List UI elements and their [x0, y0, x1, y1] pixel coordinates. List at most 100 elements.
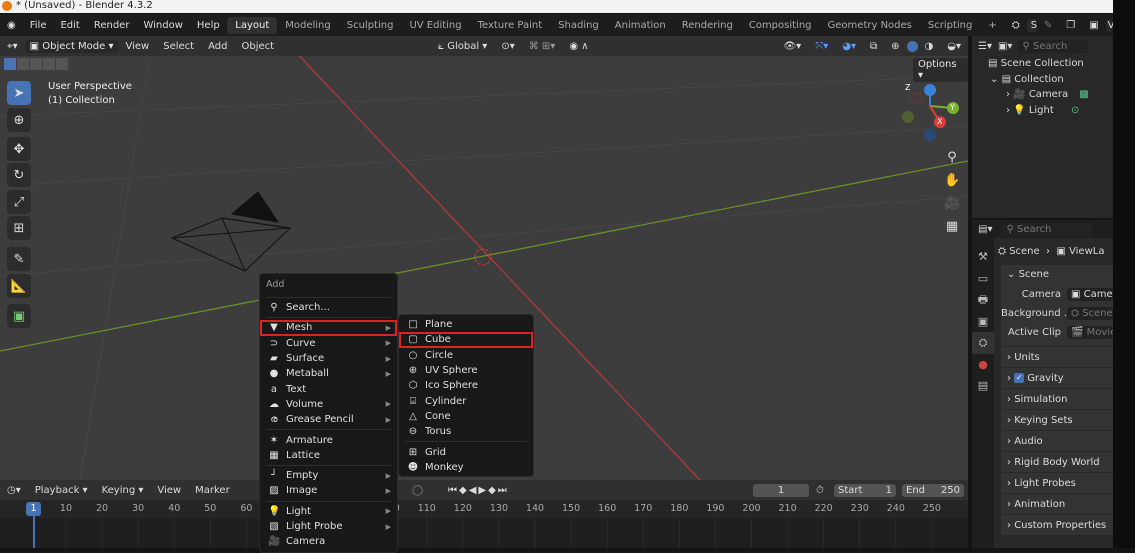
outliner-light[interactable]: › 💡 Light ⊙	[972, 103, 1113, 119]
camera-prop-field[interactable]: ▣ Came	[1067, 288, 1113, 301]
ortho-toggle-icon[interactable]: ▦	[944, 215, 960, 238]
tab-sculpting[interactable]: Sculpting	[339, 17, 402, 34]
gravity-checkbox[interactable]: ✓	[1014, 373, 1025, 383]
outliner-collection[interactable]: ⌄ ▤ Collection	[972, 72, 1113, 88]
xray-icon[interactable]: ⧉	[863, 41, 884, 52]
add-menu-item-curve[interactable]: ⊃ Curve ▶	[260, 336, 397, 351]
add-menu-item-light-probe[interactable]: ▧ Light Probe ▶	[260, 519, 397, 534]
menu-edit[interactable]: Edit	[53, 20, 86, 31]
panel-keying-sets[interactable]: › Keying Sets	[1001, 410, 1113, 430]
proportional-edit-icon[interactable]: ◉ ∧	[562, 41, 595, 52]
add-menu-item-image[interactable]: ▨ Image ▶	[260, 483, 397, 498]
zoom-view-icon[interactable]: ⚲	[944, 146, 960, 169]
navigation-gizmo[interactable]	[902, 84, 959, 141]
visibility-icon[interactable]: 👁▾	[776, 41, 808, 52]
new-scene-icon[interactable]: ❐	[1059, 20, 1082, 31]
mesh-item-monkey[interactable]: ☻ Monkey	[399, 460, 533, 475]
add-menu-item-metaball[interactable]: ● Metaball ▶	[260, 366, 397, 381]
add-workspace-button[interactable]: +	[980, 17, 1004, 34]
properties-editor-type-icon[interactable]: ▤▾	[978, 224, 992, 235]
mesh-item-plane[interactable]: □ Plane	[399, 317, 533, 332]
menu-timeline-view[interactable]: View	[150, 485, 188, 496]
end-frame-field[interactable]: End 250	[902, 483, 964, 497]
menu-add[interactable]: Add	[201, 41, 234, 52]
auto-keying-icon[interactable]: ◯	[412, 485, 423, 496]
select-intersect-icon[interactable]	[56, 58, 68, 70]
mesh-item-cylinder[interactable]: ⌸ Cylinder	[399, 393, 533, 408]
tab-scripting[interactable]: Scripting	[920, 17, 980, 34]
viewlayer-selector[interactable]: ViewLay	[1105, 18, 1113, 32]
overlay-icon[interactable]: ◕▾	[835, 41, 863, 52]
panel-simulation[interactable]: › Simulation	[1001, 389, 1113, 409]
pin-icon[interactable]: ✎	[1037, 20, 1059, 31]
panel-audio[interactable]: › Audio	[1001, 431, 1113, 451]
output-tab-icon[interactable]: 🖶	[972, 289, 994, 311]
gizmo-icon[interactable]: ⤧▾	[808, 41, 835, 52]
tool-tab-icon[interactable]: ⚒	[972, 246, 994, 268]
light-data-icon[interactable]: ⊙	[1071, 105, 1079, 116]
outliner-search[interactable]: ⚲ Search	[1018, 39, 1089, 53]
mesh-item-torus[interactable]: ⊖ Torus	[399, 424, 533, 439]
collection-tab-icon[interactable]: ▤	[972, 375, 994, 397]
view-layer-tab-icon[interactable]: ▣	[972, 311, 994, 333]
menu-window[interactable]: Window	[136, 20, 189, 31]
tab-shading[interactable]: Shading	[550, 17, 607, 34]
menu-select[interactable]: Select	[156, 41, 201, 52]
menu-marker[interactable]: Marker	[188, 485, 237, 496]
scene-tab-icon[interactable]: ⛭	[972, 332, 994, 354]
select-subtract-icon[interactable]	[30, 58, 42, 70]
move-tool-icon[interactable]: ✥	[7, 137, 31, 161]
menu-playback[interactable]: Playback ▾	[28, 485, 95, 496]
tab-modeling[interactable]: Modeling	[277, 17, 339, 34]
camera-object[interactable]	[170, 191, 292, 272]
camera-view-icon[interactable]: 🎥	[944, 192, 960, 215]
pan-view-icon[interactable]: ✋	[944, 169, 960, 192]
add-menu-item-mesh[interactable]: ▼ Mesh ▶	[260, 320, 397, 336]
render-tab-icon[interactable]: ▭	[972, 268, 994, 290]
panel-units[interactable]: › Units	[1001, 347, 1113, 367]
transform-orientation[interactable]: ⟀ Global ▾	[431, 41, 494, 52]
add-menu-item-surface[interactable]: ▰ Surface ▶	[260, 351, 397, 366]
mesh-item-uv-sphere[interactable]: ⊕ UV Sphere	[399, 363, 533, 378]
add-menu-item-camera[interactable]: 🎥 Camera	[260, 534, 397, 549]
mesh-item-cone[interactable]: △ Cone	[399, 409, 533, 424]
playhead[interactable]: 1	[26, 502, 41, 516]
transform-tool-icon[interactable]: ⊞	[7, 216, 31, 240]
frame-ruler[interactable]: 1020304050607080901001101201301401501601…	[0, 500, 968, 518]
world-tab-icon[interactable]: ●	[972, 354, 994, 376]
mesh-item-cube[interactable]: ▢ Cube	[399, 332, 533, 348]
outliner-camera[interactable]: › 🎥 Camera ▩	[972, 87, 1113, 103]
scene-panel-header[interactable]: ⌄ Scene	[1001, 265, 1113, 285]
menu-file[interactable]: File	[23, 20, 54, 31]
menu-render[interactable]: Render	[87, 20, 137, 31]
shading-solid-icon[interactable]	[906, 40, 918, 52]
shading-material-icon[interactable]: ◑	[918, 41, 941, 52]
menu-keying[interactable]: Keying ▾	[95, 485, 151, 496]
menu-view[interactable]: View	[119, 41, 157, 52]
add-menu-item-grease-pencil[interactable]: ര Grease Pencil ▶	[260, 412, 397, 427]
tab-rendering[interactable]: Rendering	[674, 17, 741, 34]
viewlayer-icon[interactable]: ▣	[1082, 20, 1105, 31]
snap-icon[interactable]: ⌘ ⊞▾	[522, 41, 563, 52]
select-extend-icon[interactable]	[17, 58, 29, 70]
display-mode-icon[interactable]: ▣▾	[998, 41, 1012, 52]
tab-layout[interactable]: Layout	[227, 16, 278, 34]
select-new-icon[interactable]	[4, 58, 16, 70]
shading-wireframe-icon[interactable]: ⊕	[884, 41, 906, 52]
editor-type-icon[interactable]: ⌖▾	[0, 41, 25, 52]
add-menu-item-empty[interactable]: ┘ Empty ▶	[260, 468, 397, 483]
select-box-tool-icon[interactable]: ➤	[7, 81, 31, 105]
add-cube-tool-icon[interactable]: ▣	[7, 304, 31, 328]
outliner-editor-type-icon[interactable]: ☰▾	[978, 41, 992, 52]
pivot-icon[interactable]: ⊙▾	[494, 41, 521, 52]
blender-menu-icon[interactable]: ◉	[0, 20, 23, 31]
mesh-item-grid[interactable]: ⊞ Grid	[399, 444, 533, 459]
cursor-tool-icon[interactable]: ⊕	[7, 108, 31, 132]
background-prop-field[interactable]: ⛭ Scene	[1067, 307, 1113, 320]
add-menu-search[interactable]: ⚲ Search...	[260, 300, 397, 315]
menu-help[interactable]: Help	[190, 20, 227, 31]
current-frame-field[interactable]: 1	[753, 483, 809, 497]
stopwatch-icon[interactable]: ⏱	[816, 485, 824, 496]
measure-tool-icon[interactable]: 📐	[7, 274, 31, 298]
rotate-tool-icon[interactable]: ↻	[7, 163, 31, 187]
